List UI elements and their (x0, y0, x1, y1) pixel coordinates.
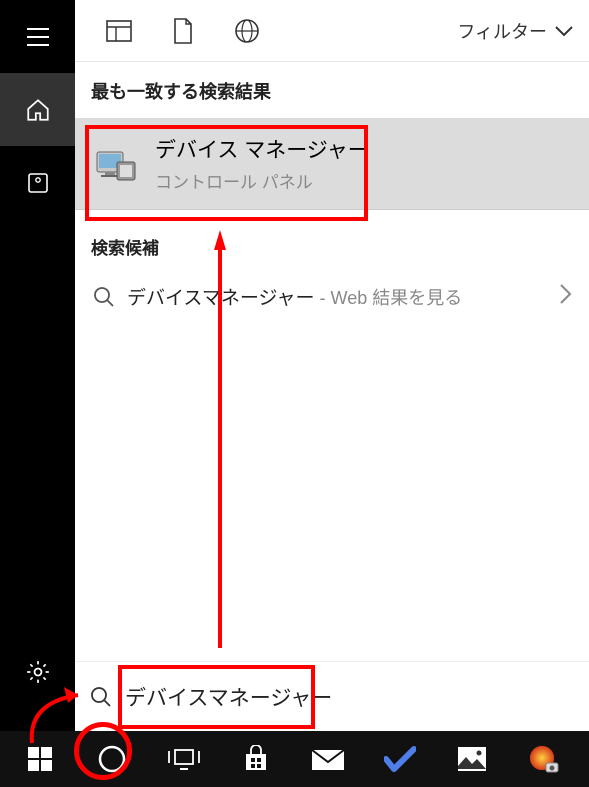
settings-button[interactable] (0, 635, 75, 708)
best-match-header: 最も一致する検索結果 (75, 62, 589, 118)
filter-button[interactable]: フィルター (453, 10, 577, 52)
search-icon (85, 686, 117, 708)
best-match-title: デバイス マネージャー (155, 134, 369, 164)
home-icon (25, 97, 51, 123)
search-icon (93, 286, 127, 308)
todo-button[interactable] (364, 731, 436, 787)
hamburger-menu-button[interactable] (0, 0, 75, 73)
store-button[interactable] (220, 731, 292, 787)
start-button[interactable] (4, 731, 76, 787)
documents-tab[interactable] (151, 0, 215, 62)
taskbar (0, 731, 589, 787)
suggestion-subtitle: - Web 結果を見る (315, 288, 463, 308)
device-manager-icon (95, 142, 139, 186)
gear-icon (25, 659, 51, 685)
search-input[interactable] (117, 679, 579, 715)
web-suggestion-item[interactable]: デバイスマネージャー - Web 結果を見る (75, 269, 589, 324)
taskview-button[interactable] (148, 731, 220, 787)
mail-icon (311, 746, 345, 772)
apps-tab[interactable] (87, 0, 151, 62)
search-toolbar: フィルター (75, 0, 589, 62)
cortana-button[interactable] (76, 731, 148, 787)
web-icon (234, 18, 260, 44)
chevron-right-icon (559, 283, 573, 310)
start-icon (27, 746, 53, 772)
taskview-icon (168, 747, 200, 771)
home-button[interactable] (0, 73, 75, 146)
hamburger-icon (27, 28, 49, 46)
camera-icon (528, 745, 560, 773)
recent-button[interactable] (0, 146, 75, 219)
apps-icon (106, 20, 132, 42)
cortana-icon (97, 744, 127, 774)
todo-icon (384, 745, 416, 773)
search-box[interactable] (75, 661, 589, 731)
chevron-down-icon (555, 25, 573, 37)
store-icon (242, 745, 270, 773)
filter-label: フィルター (457, 18, 547, 44)
document-icon (173, 18, 193, 44)
camera-button[interactable] (508, 731, 580, 787)
cortana-sidebar (0, 0, 75, 787)
web-tab[interactable] (215, 0, 279, 62)
suggestion-title: デバイスマネージャー (127, 288, 315, 309)
mail-button[interactable] (292, 731, 364, 787)
recent-icon (26, 171, 50, 195)
search-results-pane: フィルター 最も一致する検索結果 デバイス マネージャー コントロール パネル (75, 0, 589, 787)
suggestions-header: 検索候補 (75, 210, 589, 269)
photos-button[interactable] (436, 731, 508, 787)
photos-icon (457, 746, 487, 772)
best-match-subtitle: コントロール パネル (155, 168, 369, 193)
best-match-result[interactable]: デバイス マネージャー コントロール パネル (75, 118, 589, 210)
